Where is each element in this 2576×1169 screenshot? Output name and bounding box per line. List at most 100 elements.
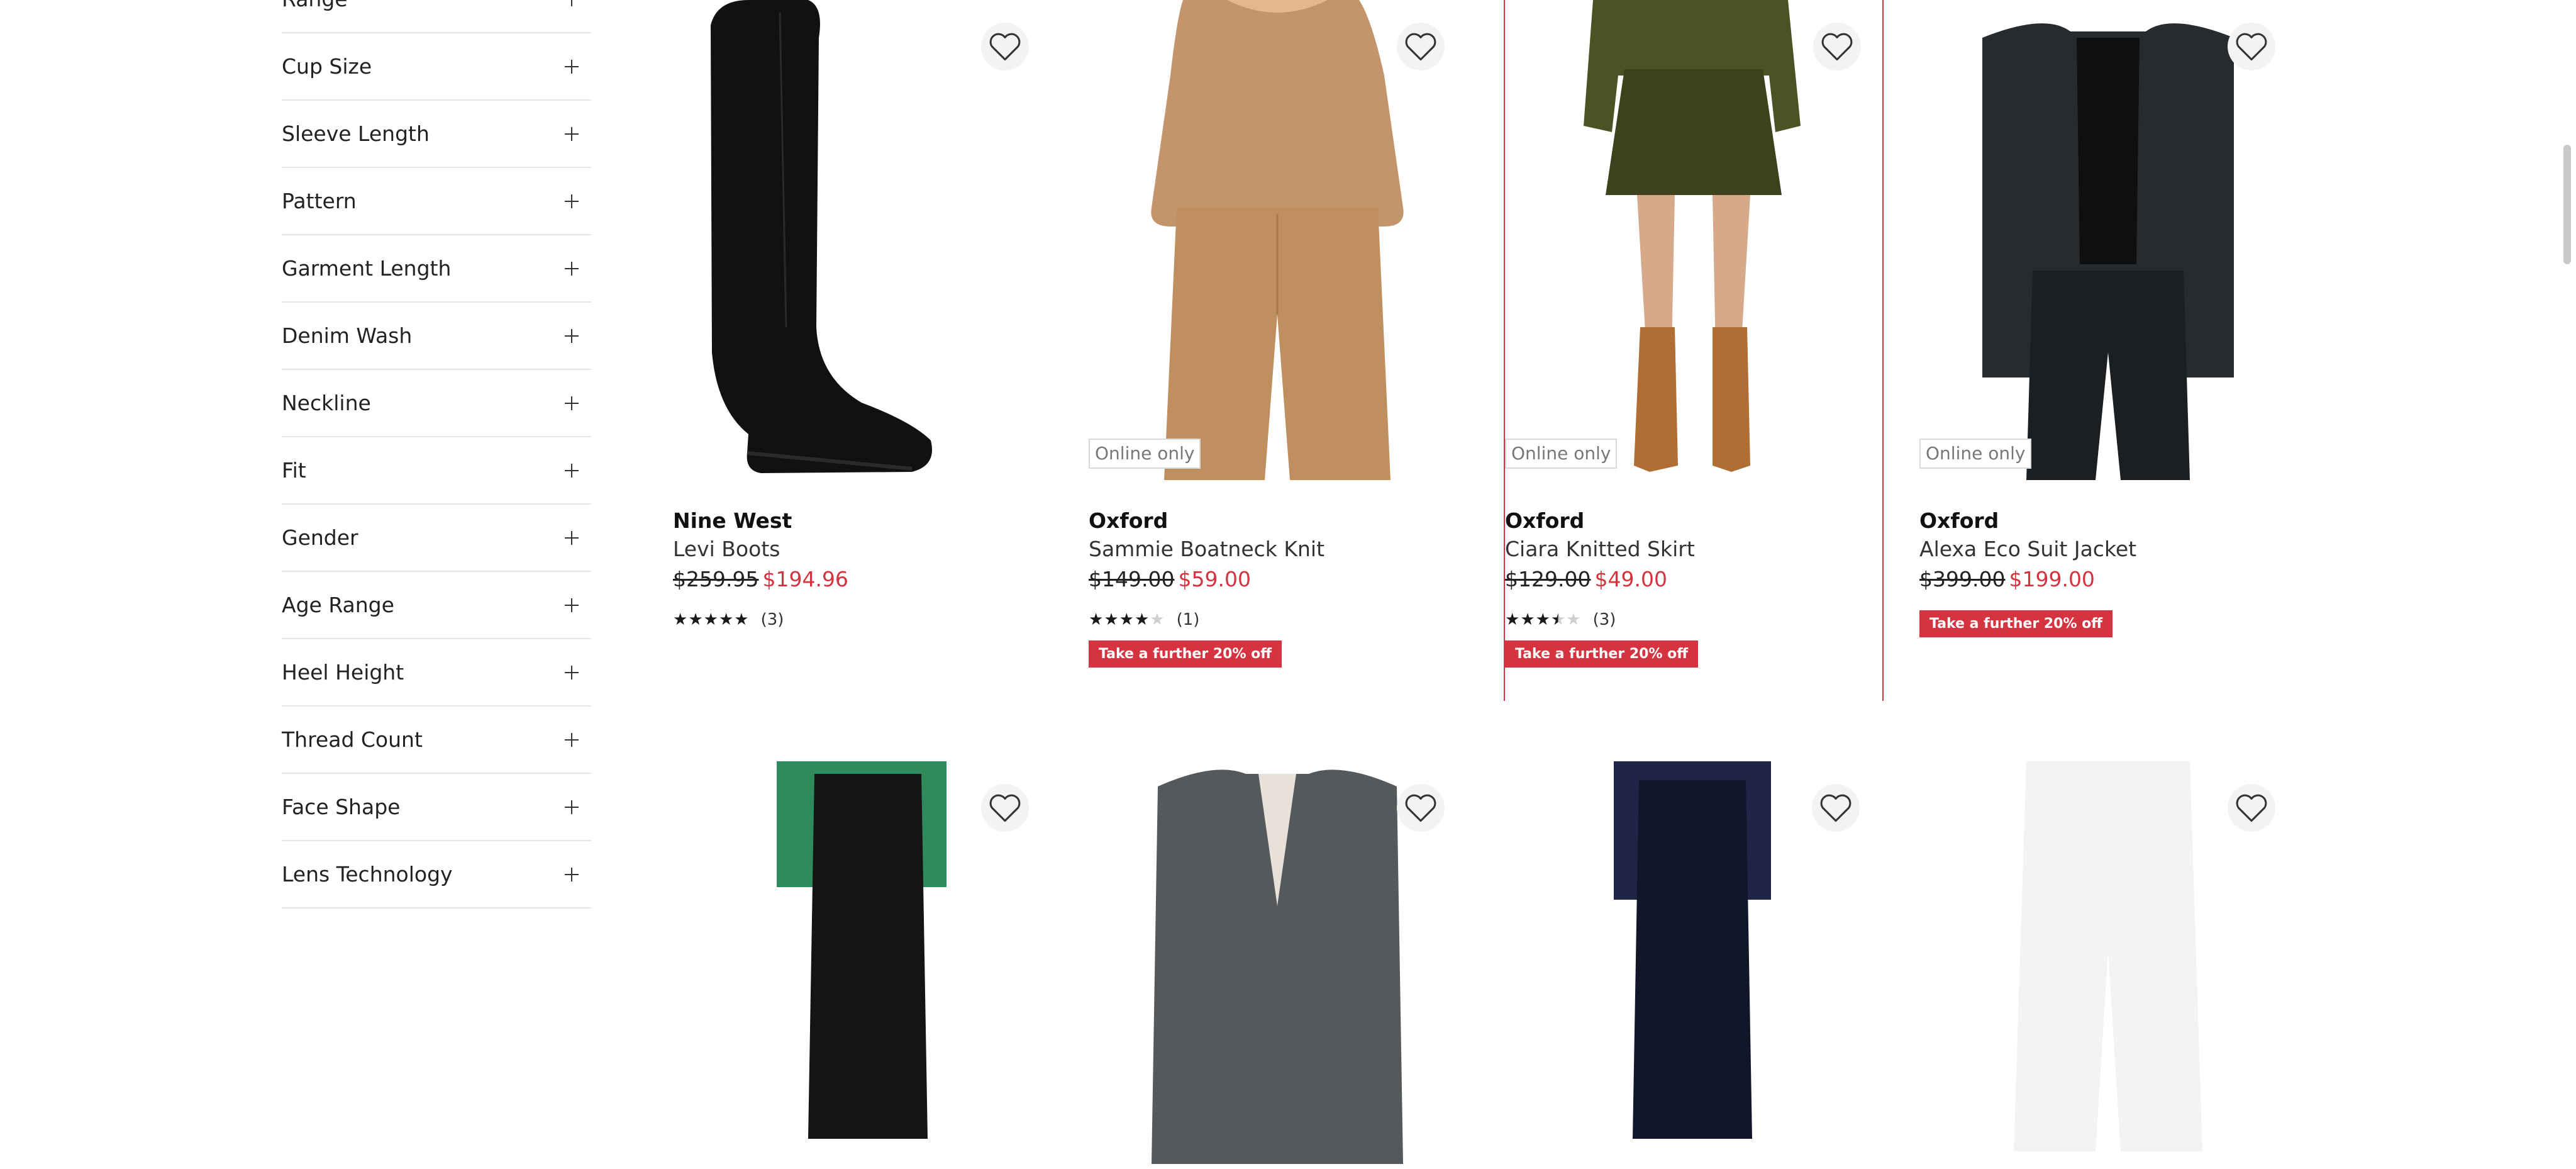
filter-gender[interactable]: Gender [282, 505, 591, 572]
product-brand: Oxford [1505, 508, 1585, 533]
product-image[interactable]: Online only [1919, 0, 2297, 480]
filter-sleeve-length[interactable]: Sleeve Length [282, 101, 591, 168]
filter-label: Heel Height [282, 660, 404, 685]
star-rating: ★ ★ ★ ★ ★ [673, 612, 750, 628]
filter-age-range[interactable]: Age Range [282, 572, 591, 639]
filter-garment-length[interactable]: Garment Length [282, 235, 591, 303]
plus-icon[interactable] [565, 126, 579, 141]
filter-label: Lens Technology [282, 862, 453, 887]
product-name[interactable]: Levi Boots [673, 535, 1050, 564]
wishlist-button[interactable] [2228, 784, 2275, 832]
scrollbar-thumb[interactable] [2563, 145, 2571, 264]
star-icon: ★ [1535, 610, 1550, 629]
star-icon: ★ [1134, 610, 1150, 629]
plus-icon[interactable] [565, 261, 579, 276]
plus-icon[interactable] [565, 59, 579, 74]
wishlist-button[interactable] [2228, 23, 2275, 70]
filter-face-shape[interactable]: Face Shape [282, 774, 591, 841]
product-rating[interactable]: ★ ★ ★ ★ ★ (1) [1089, 607, 1466, 633]
filter-label: Sleeve Length [282, 121, 430, 146]
heart-outline-icon [1405, 33, 1436, 61]
plus-icon[interactable] [565, 732, 579, 747]
product-card[interactable]: Online only Oxford Ciara Knitted Skirt $… [1504, 0, 1884, 701]
filter-range[interactable]: Range [282, 0, 591, 33]
plus-icon[interactable] [565, 665, 579, 680]
heart-outline-icon [1821, 33, 1853, 61]
heart-outline-icon [1820, 794, 1852, 822]
product-image[interactable]: Online only [1089, 0, 1466, 480]
filter-label: Garment Length [282, 256, 452, 281]
star-icon: ★ [1119, 610, 1134, 629]
promo-badge: Take a further 20% off [1919, 610, 2113, 637]
filter-label: Face Shape [282, 795, 401, 819]
promo-badge: Take a further 20% off [1089, 640, 1282, 668]
filter-label: Neckline [282, 391, 371, 415]
plus-icon[interactable] [565, 800, 579, 814]
filter-cup-size[interactable]: Cup Size [282, 33, 591, 101]
filter-label: Thread Count [282, 727, 423, 752]
star-icon: ★ [1089, 610, 1104, 629]
star-icon: ★ [673, 610, 688, 629]
filter-thread-count[interactable]: Thread Count [282, 707, 591, 774]
product-price: $149.00 $59.00 [1089, 564, 1466, 595]
wishlist-button[interactable] [1813, 23, 1861, 70]
review-count: (3) [1592, 610, 1616, 629]
product-name[interactable]: Sammie Boatneck Knit [1089, 535, 1466, 564]
plus-icon[interactable] [565, 463, 579, 478]
plus-icon[interactable] [565, 867, 579, 881]
plus-icon[interactable] [565, 598, 579, 612]
filter-label: Pattern [282, 189, 357, 213]
was-price: $129.00 [1505, 567, 1591, 591]
filter-pattern[interactable]: Pattern [282, 168, 591, 235]
filter-denim-wash[interactable]: Denim Wash [282, 303, 591, 370]
filter-fit[interactable]: Fit [282, 437, 591, 505]
product-card[interactable] [673, 761, 1050, 1169]
product-price: $129.00 $49.00 [1505, 564, 1882, 595]
product-card[interactable] [1919, 761, 2297, 1169]
plus-icon[interactable] [565, 0, 579, 6]
star-icon: ★ [734, 610, 749, 629]
filter-lens-technology[interactable]: Lens Technology [282, 841, 591, 909]
wishlist-button[interactable] [981, 784, 1029, 832]
sale-price: $59.00 [1178, 567, 1251, 591]
plus-icon[interactable] [565, 328, 579, 343]
star-rating: ★ ★ ★ ★ ★ [1505, 612, 1582, 628]
was-price: $259.95 [673, 567, 759, 591]
product-brand: Oxford [1089, 508, 1169, 533]
product-name[interactable]: Alexa Eco Suit Jacket [1919, 535, 2297, 564]
product-name[interactable]: Ciara Knitted Skirt [1505, 535, 1882, 564]
star-icon: ★ [1104, 610, 1119, 629]
sale-price: $194.96 [762, 567, 848, 591]
wishlist-button[interactable] [1397, 784, 1445, 832]
product-price: $399.00 $199.00 [1919, 564, 2297, 595]
online-only-badge: Online only [1919, 439, 2032, 469]
filter-heel-height[interactable]: Heel Height [282, 639, 591, 707]
plus-icon[interactable] [565, 396, 579, 410]
heart-outline-icon [989, 33, 1021, 61]
product-rating[interactable]: ★ ★ ★ ★ ★ (3) [673, 607, 1050, 633]
review-count: (1) [1176, 610, 1200, 629]
product-price: $259.95 $194.96 [673, 564, 1050, 595]
star-icon: ★ [1150, 610, 1165, 629]
online-only-badge: Online only [1089, 439, 1201, 469]
product-image[interactable]: Online only [1505, 0, 1882, 480]
wishlist-button[interactable] [1812, 784, 1860, 832]
heart-outline-icon [1405, 794, 1436, 822]
plus-icon[interactable] [565, 194, 579, 208]
sale-price: $49.00 [1594, 567, 1667, 591]
product-rating[interactable]: ★ ★ ★ ★ ★ (3) [1505, 607, 1882, 633]
filter-sidebar: Range Cup Size Sleeve Length Pattern Gar… [282, 0, 591, 909]
heart-outline-icon [2236, 794, 2267, 822]
filter-label: Age Range [282, 593, 394, 617]
plus-icon[interactable] [565, 530, 579, 545]
product-card[interactable] [1089, 761, 1466, 1169]
product-image[interactable] [673, 0, 1050, 480]
wishlist-button[interactable] [981, 23, 1029, 70]
product-card[interactable] [1504, 761, 1881, 1169]
filter-neckline[interactable]: Neckline [282, 370, 591, 437]
star-icon: ★ [1505, 610, 1520, 629]
wishlist-button[interactable] [1397, 23, 1445, 70]
product-brand: Nine West [673, 508, 792, 533]
product-info: Nine West Levi Boots $259.95 $194.96 ★ ★ ★ ★… [673, 507, 1050, 633]
star-icon: ★ [1566, 610, 1581, 629]
